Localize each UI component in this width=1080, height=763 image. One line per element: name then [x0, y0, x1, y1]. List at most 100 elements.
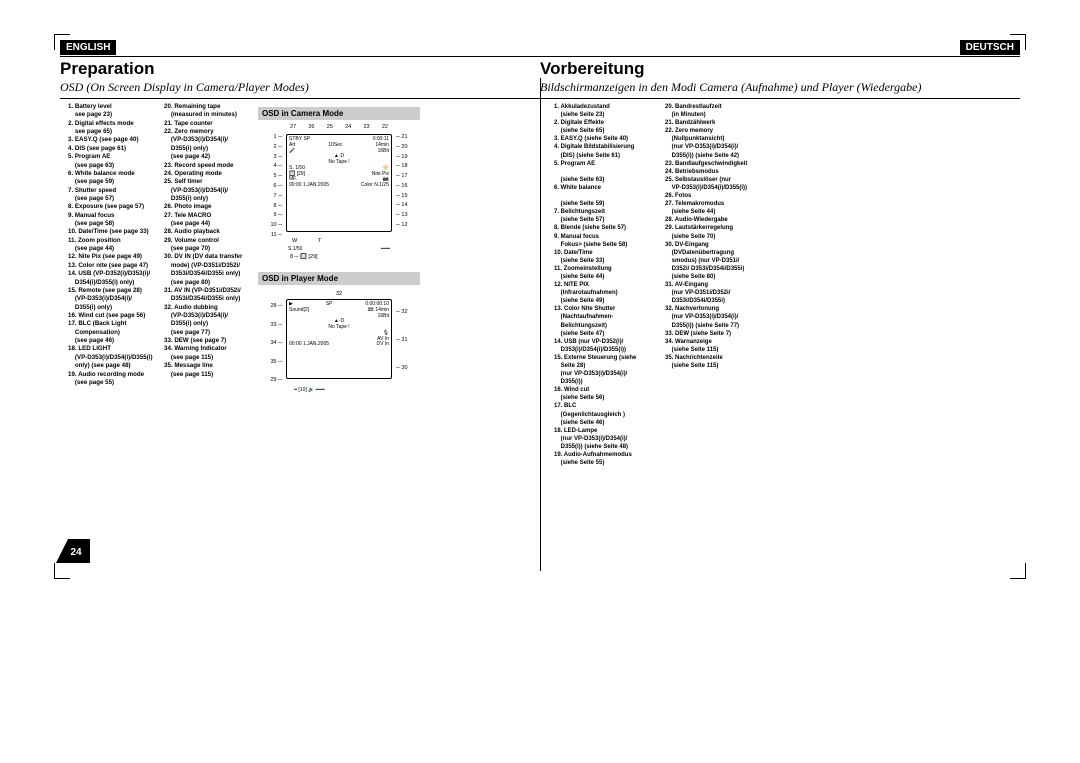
list-item: 3. EASY.Q (see page 40)	[68, 136, 158, 144]
list-item: 30. DV-Eingang	[665, 241, 770, 249]
list-item: 14. USB (nur VP-D352(i)/	[554, 338, 659, 346]
list-item: 8. Exposure (see page 57)	[68, 203, 158, 211]
list-item: 25. Selbstauslöser (nur	[665, 176, 770, 184]
list-item: see page 65)	[68, 128, 158, 136]
list-item: (siehe Seite 59)	[554, 200, 659, 208]
list-item: (see page 115)	[164, 371, 254, 379]
cam-num-8: 8 ─ 🔲 [29]	[290, 254, 318, 260]
list-item: 15. Remote (see page 28)	[68, 287, 158, 295]
play-sp: SP	[326, 302, 333, 308]
list-item: 6. White balance mode	[68, 170, 158, 178]
osd-callout-num: 2 ─	[258, 144, 282, 150]
list-item: 28. Audio-Wiedergabe	[665, 216, 770, 224]
osd-zoom-w: W	[292, 238, 297, 244]
list-item: (DIS) (siehe Seite 61)	[554, 152, 659, 160]
list-item: 29. Volume control	[164, 237, 254, 245]
osd-callout-num: ─ 12	[396, 222, 420, 228]
svg-text:24: 24	[70, 547, 82, 558]
list-item	[554, 192, 659, 200]
play-right-nums: ─ 32─ 31─ 30	[396, 309, 420, 371]
list-item: (siehe Seite 44)	[665, 208, 770, 216]
list-item: (see page 80)	[164, 279, 254, 287]
list-item: 1. Akkuladezustand	[554, 103, 659, 111]
list-item: 13. Color nite (see page 47)	[68, 262, 158, 270]
list-item: (Nullpunktansicht)	[665, 135, 770, 143]
list-item: 26. Photo image	[164, 203, 254, 211]
list-item: (siehe Seite 115)	[665, 346, 770, 354]
osd-callout-num: 4 ─	[258, 163, 282, 169]
list-item: (see page 59)	[68, 178, 158, 186]
list-item: (DVDatenübertragung	[665, 249, 770, 257]
osd-date: 00:00 1.JAN.2005	[289, 183, 329, 189]
cam-right-nums: ─ 21─ 20─ 19─ 18─ 17─ 16─ 15─ 14─ 13─ 12	[396, 134, 420, 228]
osd-cam-box: STBY SP 0:00:11 Art 10Sec 14min 🎤 16Bit	[286, 134, 392, 232]
cam-top-nums: 272625242322	[290, 124, 388, 130]
list-item: 4. DIS (see page 61)	[68, 145, 158, 153]
list-item: 5. Program AE	[68, 153, 158, 161]
list-item: 25. Self timer	[164, 178, 254, 186]
list-item: 17. BLC	[554, 402, 659, 410]
list-item: 34. Warnanzeige	[665, 338, 770, 346]
list-item: 23. Bandlaufgeschwindigkeit	[665, 160, 770, 168]
list-item: 27. Tele MACRO	[164, 212, 254, 220]
list-item: 26. Fotos	[665, 192, 770, 200]
de-list: 1. Akkuladezustand (siehe Seite 23)2. Di…	[540, 103, 770, 573]
list-item: 19. Audio-Aufnahmemodus	[554, 451, 659, 459]
list-item: 18. LED LIGHT	[68, 345, 158, 353]
en-list: 1. Battery level see page 23)2. Digital …	[60, 103, 254, 573]
list-item: (Infrarotaufnahmen)	[554, 289, 659, 297]
list-item: (VP-D353(i)/D354(i)/	[164, 312, 254, 320]
list-item: 17. BLC (Back Light	[68, 320, 158, 328]
osd-callout-num: ─ 32	[396, 309, 420, 315]
list-item: (in Minuten)	[665, 111, 770, 119]
list-item: 21. Tape counter	[164, 120, 254, 128]
list-item: 10. Date/Time	[554, 249, 659, 257]
osd-play-head: OSD in Player Mode	[258, 272, 420, 285]
osd-callout-num: 28 ─	[258, 303, 282, 309]
list-item: 1. Battery level	[68, 103, 158, 111]
list-item: 4. Digitale Bildstabilisierung	[554, 143, 659, 151]
list-item: 13. Color Nite Shutter	[554, 305, 659, 313]
list-item: 29. Lautstärkerregelung	[665, 224, 770, 232]
list-item: 2. Digital effects mode	[68, 120, 158, 128]
list-item: (VP-D353(i)/D354(i)/D355(i)	[68, 354, 158, 362]
osd-callout-num: 10 ─	[258, 222, 282, 228]
osd-callout-num: 5 ─	[258, 173, 282, 179]
list-item: Compensation)	[68, 329, 158, 337]
de-list-col2: 20. Bandrestlaufzeit (in Minuten)21. Ban…	[665, 103, 770, 573]
page-number-badge: 24	[56, 539, 90, 563]
osd-zoom-t: T	[318, 238, 321, 244]
osd-callout-num: 8 ─	[258, 203, 282, 209]
osd-callout-num: 23	[364, 124, 370, 130]
osd-callout-num: 11 ─	[258, 232, 282, 238]
list-item: 27. Telemakromodus	[665, 200, 770, 208]
list-item: 7. Shutter speed	[68, 187, 158, 195]
osd-callout-num: ─ 14	[396, 202, 420, 208]
list-item: Belichtungszeit)	[554, 322, 659, 330]
list-item: 35. Message line	[164, 362, 254, 370]
list-item: (see page 77)	[164, 329, 254, 337]
list-item: 20. Bandrestlaufzeit	[665, 103, 770, 111]
title-en: Preparation	[60, 56, 540, 79]
osd-callout-num: 34 ─	[258, 340, 282, 346]
list-item: smodus) (nur VP-D351i/	[665, 257, 770, 265]
list-item: 14. USB (VP-D352(i)/D353(i)/	[68, 270, 158, 278]
lang-en: ENGLISH	[60, 40, 116, 55]
osd-callout-num: ─ 13	[396, 212, 420, 218]
list-item: 6. White balance	[554, 184, 659, 192]
osd-callout-num: 33 ─	[258, 322, 282, 328]
title-de: Vorbereitung	[540, 56, 1020, 79]
list-item: 21. Bandzählwerk	[665, 119, 770, 127]
osd-cam-diagram: 272625242322 1 ─2 ─3 ─4 ─5 ─6 ─7 ─8 ─9 ─…	[258, 124, 420, 242]
osd-callout-num: ─ 16	[396, 183, 420, 189]
list-item: (nur VP-D353(i)/D354(i)/	[554, 435, 659, 443]
list-item: 33. DEW (siehe Seite 7)	[665, 330, 770, 338]
list-item: (nur VP-D353(i)/D354(i)/	[554, 370, 659, 378]
list-item: D352i/ D353i/D354i/D355i)	[665, 265, 770, 273]
list-item: 12. NITE PIX	[554, 281, 659, 289]
list-item: (see page 55)	[68, 379, 158, 387]
play-date: 00:00 1.JAN.2005	[289, 342, 329, 348]
osd-play-diagram: 28 ─33 ─34 ─35 ─29 ─ ─ 32─ 31─ 30 32 ▶ S…	[258, 289, 420, 389]
list-item: (siehe Seite 46)	[554, 419, 659, 427]
list-item: (siehe Seite 56)	[554, 394, 659, 402]
